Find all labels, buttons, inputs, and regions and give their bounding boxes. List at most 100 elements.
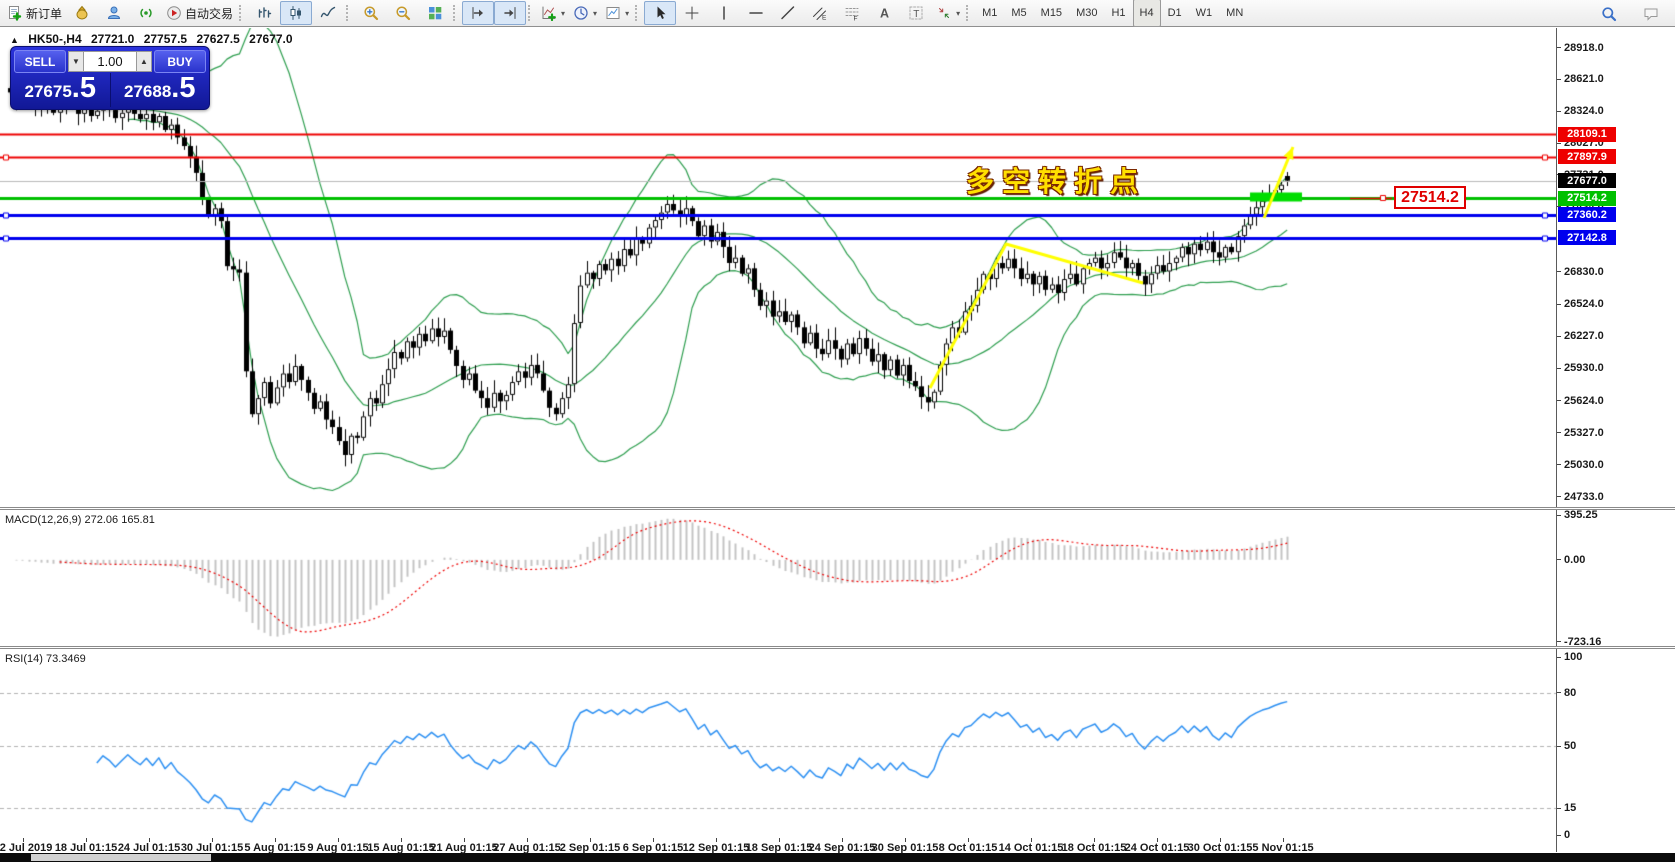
svg-text:A: A <box>880 7 889 21</box>
indicators-icon <box>541 5 557 21</box>
candlestick-chart-button[interactable] <box>280 1 312 25</box>
fibonacci-button[interactable]: F <box>836 1 868 25</box>
rsi-panel-splitter[interactable] <box>0 646 1675 649</box>
price-tick-label: 25327.0 <box>1564 427 1604 439</box>
horizontal-line-icon <box>748 5 764 21</box>
price-line-label: 27514.2 <box>1558 191 1616 206</box>
timeframe-h4-button[interactable]: H4 <box>1133 0 1161 27</box>
periods-button[interactable]: ▾ <box>569 1 601 25</box>
chart-shift-button[interactable] <box>494 1 526 25</box>
text-button[interactable]: A <box>868 1 900 25</box>
sell-button[interactable]: SELL <box>14 50 66 73</box>
text-icon: A <box>876 5 892 21</box>
price-tick-label: 28324.0 <box>1564 105 1604 117</box>
volume-input[interactable]: 1.00 <box>84 51 136 72</box>
toolbar-grip <box>346 5 351 21</box>
svg-text:E: E <box>822 15 827 22</box>
line-chart-button[interactable] <box>312 1 344 25</box>
periods-dropdown-icon[interactable]: ▾ <box>593 9 597 18</box>
auto-scroll-button[interactable] <box>462 1 494 25</box>
price-line-label: 28109.1 <box>1558 127 1616 142</box>
timeframe-h1-button[interactable]: H1 <box>1104 0 1132 27</box>
price-tag-label[interactable]: 27514.2 <box>1394 186 1466 209</box>
signals-icon <box>138 5 154 21</box>
new-order-icon <box>7 5 23 21</box>
rsi-tick-label: 15 <box>1564 802 1576 814</box>
community-button[interactable] <box>98 1 130 25</box>
status-bar <box>0 853 1675 862</box>
rsi-panel-canvas[interactable] <box>0 649 1556 838</box>
time-tick-label: 8 Oct 01:15 <box>939 842 998 854</box>
rsi-tick-mark <box>1557 746 1561 747</box>
signals-button[interactable] <box>130 1 162 25</box>
indicators-dropdown-icon[interactable]: ▾ <box>561 9 565 18</box>
time-tick-label: 15 Aug 01:15 <box>367 842 434 854</box>
buy-button[interactable]: BUY <box>154 50 206 73</box>
turning-point-annotation[interactable]: 多空转折点 <box>966 160 1146 200</box>
vertical-line-button[interactable] <box>708 1 740 25</box>
search-icon <box>1601 6 1617 22</box>
price-tick-label: 25624.0 <box>1564 395 1604 407</box>
time-tick-label: 30 Jul 01:15 <box>181 842 243 854</box>
price-line-label: 27677.0 <box>1558 173 1616 188</box>
collapse-quote-icon[interactable]: ▲ <box>10 35 19 45</box>
timeframe-m5-button[interactable]: M5 <box>1004 0 1033 27</box>
equidistant-channel-button[interactable]: E <box>804 1 836 25</box>
svg-text:T: T <box>913 9 919 20</box>
trendline-button[interactable] <box>772 1 804 25</box>
bar-chart-button[interactable] <box>248 1 280 25</box>
arrows-button[interactable]: ▾ <box>932 1 964 25</box>
macd-tick-label: 395.25 <box>1564 509 1598 521</box>
timeframe-mn-button[interactable]: MN <box>1219 0 1250 27</box>
timeframe-m30-button[interactable]: M30 <box>1069 0 1104 27</box>
equidistant-channel-icon: E <box>812 5 828 21</box>
zoom-in-button[interactable] <box>355 1 387 25</box>
toolbar-grip <box>635 5 640 21</box>
volume-decrease-button[interactable]: ▼ <box>68 51 84 72</box>
search-button[interactable] <box>1593 2 1625 26</box>
time-axis[interactable]: 12 Jul 201918 Jul 01:1524 Jul 01:1530 Ju… <box>0 839 1556 853</box>
tile-windows-button[interactable] <box>419 1 451 25</box>
market-button[interactable] <box>66 1 98 25</box>
crosshair-icon <box>684 5 700 21</box>
crosshair-button[interactable] <box>676 1 708 25</box>
macd-panel-canvas[interactable] <box>0 510 1556 647</box>
price-tick-label: 25030.0 <box>1564 459 1604 471</box>
timeframe-m1-button[interactable]: M1 <box>975 0 1004 27</box>
cursor-button[interactable] <box>644 1 676 25</box>
price-tick-mark <box>1557 464 1561 465</box>
autotrading-button[interactable]: 自动交易 <box>162 1 237 25</box>
zoom-out-button[interactable] <box>387 1 419 25</box>
volume-increase-button[interactable]: ▲ <box>136 51 152 72</box>
macd-panel-splitter[interactable] <box>0 507 1675 510</box>
rsi-tick-label: 100 <box>1564 651 1582 663</box>
main-chart-canvas[interactable] <box>0 28 1556 508</box>
arrows-dropdown-icon[interactable]: ▾ <box>956 9 960 18</box>
price-axis[interactable]: 28918.028621.028324.028027.027731.027434… <box>1556 28 1675 852</box>
text-label-button[interactable]: T <box>900 1 932 25</box>
toolbar-grip <box>239 5 244 21</box>
horizontal-line-button[interactable] <box>740 1 772 25</box>
time-tick-label: 30 Sep 01:15 <box>872 842 939 854</box>
templates-button[interactable]: ▾ <box>601 1 633 25</box>
svg-text:F: F <box>854 16 858 22</box>
buy-price[interactable]: 27688 .5 <box>111 73 210 107</box>
timeframe-w1-button[interactable]: W1 <box>1189 0 1220 27</box>
autotrading-icon <box>166 5 182 21</box>
price-tick-mark <box>1557 432 1561 433</box>
templates-dropdown-icon[interactable]: ▾ <box>625 9 629 18</box>
chat-button[interactable] <box>1635 2 1667 26</box>
chat-icon <box>1643 6 1659 22</box>
sell-price[interactable]: 27675 .5 <box>11 73 111 107</box>
chart-symbol-period: HK50-,H4 <box>28 32 81 46</box>
indicators-button[interactable]: ▾ <box>537 1 569 25</box>
price-tick-mark <box>1557 79 1561 80</box>
timeframe-m15-button[interactable]: M15 <box>1034 0 1069 27</box>
sell-price-big: .5 <box>72 73 96 103</box>
market-icon <box>74 5 90 21</box>
price-tick-label: 25930.0 <box>1564 362 1604 374</box>
periods-icon <box>573 5 589 21</box>
timeframe-d1-button[interactable]: D1 <box>1161 0 1189 27</box>
new-order-button[interactable]: 新订单 <box>3 1 66 25</box>
ohlc-low: 27627.5 <box>196 32 239 46</box>
